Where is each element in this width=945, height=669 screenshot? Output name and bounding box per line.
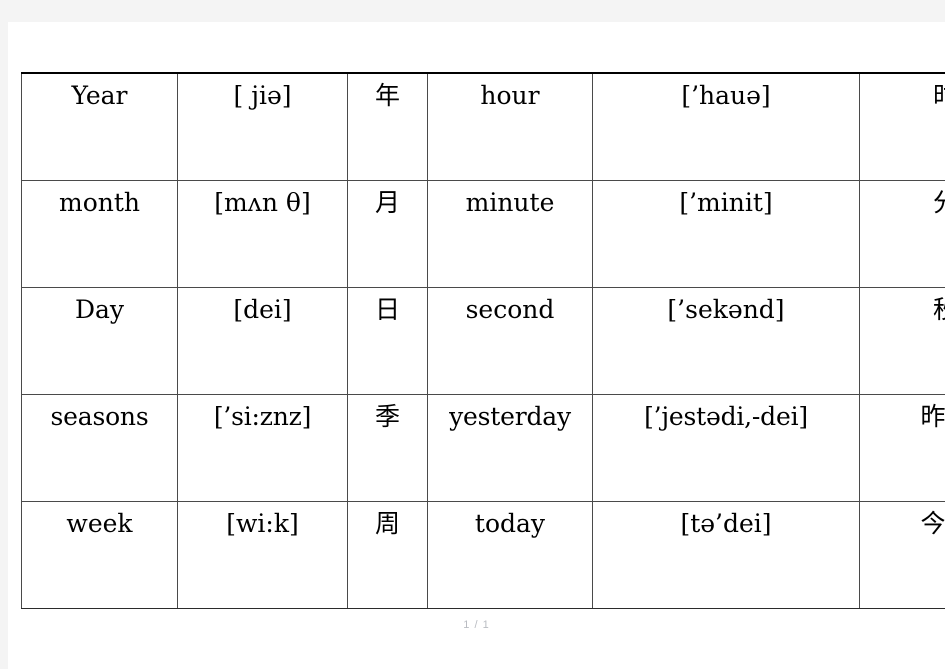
table-row: seasons [’si:znz] 季 yesterday [’jestәdi,… (21, 394, 945, 502)
cell-chinese-left: 月 (347, 180, 428, 288)
cell-chinese-left: 日 (347, 287, 428, 395)
cell-phonetic-left: [ jiә] (177, 72, 348, 181)
cell-chinese-right: 分 (859, 180, 945, 288)
cell-english-left: month (21, 180, 178, 288)
table-row: week [wi:k] 周 today [tә’dei] 今天 (21, 501, 945, 609)
cell-phonetic-right: [’minit] (592, 180, 860, 288)
cell-english-right: second (427, 287, 593, 395)
cell-chinese-left: 年 (347, 72, 428, 181)
cell-english-right: hour (427, 72, 593, 181)
document-page: Year [ jiә] 年 hour [’hauә] 时 month [mʌn … (8, 22, 945, 669)
cell-chinese-left: 周 (347, 501, 428, 609)
cell-phonetic-left: [wi:k] (177, 501, 348, 609)
cell-english-right: yesterday (427, 394, 593, 502)
cell-english-right: minute (427, 180, 593, 288)
table-row: Year [ jiә] 年 hour [’hauә] 时 (21, 72, 945, 181)
cell-chinese-right: 昨天 (859, 394, 945, 502)
table-row: Day [dei] 日 second [’sekәnd] 秒 (21, 287, 945, 395)
cell-phonetic-left: [dei] (177, 287, 348, 395)
cell-chinese-right: 今天 (859, 501, 945, 609)
cell-phonetic-right: [’hauә] (592, 72, 860, 181)
cell-chinese-right: 秒 (859, 287, 945, 395)
page-number-footer: 1 / 1 (463, 619, 490, 631)
cell-phonetic-right: [tә’dei] (592, 501, 860, 609)
cell-english-left: week (21, 501, 178, 609)
cell-phonetic-right: [’sekәnd] (592, 287, 860, 395)
cell-phonetic-left: [’si:znz] (177, 394, 348, 502)
cell-phonetic-right: [’jestәdi,-dei] (592, 394, 860, 502)
cell-english-left: Year (21, 72, 178, 181)
cell-english-left: seasons (21, 394, 178, 502)
cell-chinese-left: 季 (347, 394, 428, 502)
vocabulary-table: Year [ jiә] 年 hour [’hauә] 时 month [mʌn … (21, 72, 945, 609)
cell-phonetic-left: [mʌn θ] (177, 180, 348, 288)
cell-english-left: Day (21, 287, 178, 395)
cell-chinese-right: 时 (859, 72, 945, 181)
cell-english-right: today (427, 501, 593, 609)
table-row: month [mʌn θ] 月 minute [’minit] 分 (21, 180, 945, 288)
vocabulary-table-container: Year [ jiә] 年 hour [’hauә] 时 month [mʌn … (21, 72, 945, 609)
